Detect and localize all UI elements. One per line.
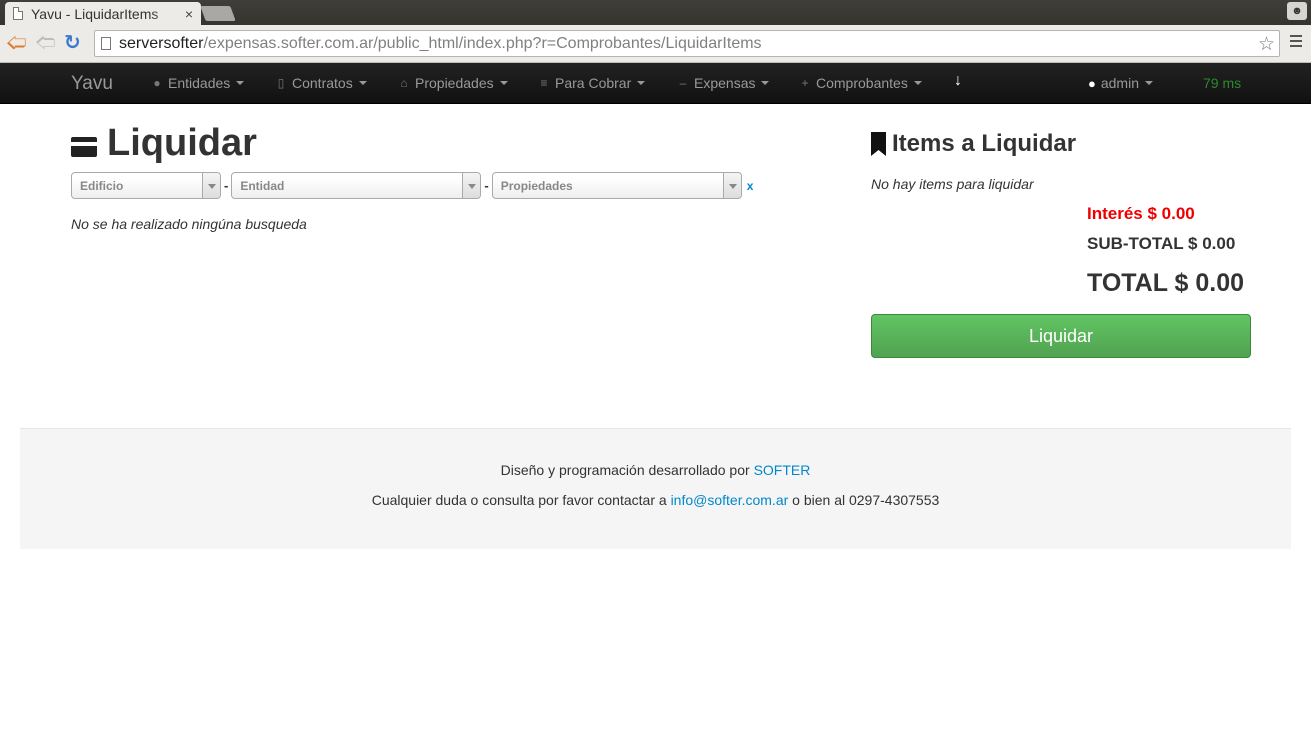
nav-entidades-label: Entidades: [168, 75, 231, 91]
nav-contratos-label: Contratos: [292, 75, 353, 91]
reload-icon[interactable]: ↻: [64, 33, 81, 53]
download-arrow-icon[interactable]: ↓: [954, 72, 962, 90]
nav-propiedades-label: Propiedades: [415, 75, 494, 91]
minus-icon: –: [679, 76, 687, 90]
home-icon: ⌂: [400, 76, 408, 90]
no-items-message: No hay items para liquidar: [871, 176, 1034, 192]
nav-contratos[interactable]: ▯ Contratos: [275, 75, 367, 91]
new-tab-button[interactable]: [200, 6, 236, 21]
browser-toolbar: 🢠 🢢 ↻ serversofter/expensas.softer.com.a…: [0, 25, 1311, 63]
browser-tab[interactable]: Yavu - LiquidarItems ×: [5, 2, 201, 25]
nav-propiedades[interactable]: ⌂ Propiedades: [398, 75, 508, 91]
total-amount: TOTAL $ 0.00: [1087, 269, 1245, 297]
close-tab-icon[interactable]: ×: [185, 6, 193, 22]
address-bar[interactable]: serversofter/expensas.softer.com.ar/publ…: [94, 30, 1280, 57]
user-name: admin: [1100, 75, 1139, 91]
bookmark-icon: [871, 132, 886, 156]
nav-expensas-label: Expensas: [694, 75, 756, 91]
email-link[interactable]: info@softer.com.ar: [671, 492, 789, 508]
app-navbar: Yavu ● Entidades ▯ Contratos ⌂ Propiedad…: [0, 63, 1311, 104]
chevron-down-icon[interactable]: [462, 173, 481, 198]
url-path: /expensas.softer.com.ar/public_html/inde…: [203, 34, 762, 52]
propiedades-select[interactable]: Propiedades: [491, 172, 742, 199]
page-title: Liquidar: [71, 122, 257, 165]
caret-down-icon: [761, 81, 770, 85]
footer-credits-text: Diseño y programación desarrollado por: [500, 462, 754, 478]
caret-down-icon: [1145, 81, 1153, 85]
plus-icon: +: [801, 76, 809, 90]
list-icon: ≡: [540, 76, 548, 90]
user-menu[interactable]: ● admin: [1088, 75, 1153, 91]
caret-down-icon: [637, 81, 646, 85]
items-title: Items a Liquidar: [871, 130, 1076, 158]
browser-tabstrip: Yavu - LiquidarItems × ☻: [0, 0, 1311, 25]
propiedades-placeholder: Propiedades: [500, 179, 573, 193]
footer-credits: Diseño y programación desarrollado por S…: [20, 462, 1291, 478]
profile-icon[interactable]: ☻: [1287, 2, 1307, 20]
url-host: serversofter: [119, 34, 204, 52]
no-search-message: No se ha realizado ningúna busqueda: [71, 216, 307, 232]
browser-menu-icon[interactable]: [1290, 35, 1302, 50]
nav-expensas[interactable]: – Expensas: [677, 75, 770, 91]
separator: -: [484, 178, 489, 193]
page-icon: [13, 7, 23, 20]
bookmark-star-icon[interactable]: ☆: [1258, 33, 1275, 56]
forward-arrow-icon[interactable]: 🢢: [35, 33, 56, 53]
caret-down-icon: [913, 81, 922, 85]
caret-down-icon: [236, 81, 245, 85]
caret-down-icon: [358, 81, 367, 85]
nav-para-cobrar[interactable]: ≡ Para Cobrar: [538, 75, 646, 91]
footer: Diseño y programación desarrollado por S…: [20, 428, 1291, 549]
liquidar-button[interactable]: Liquidar: [871, 314, 1251, 358]
items-title-text: Items a Liquidar: [892, 130, 1077, 157]
separator: -: [224, 178, 229, 193]
nav-entidades[interactable]: ● Entidades: [151, 75, 245, 91]
footer-contact: Cualquier duda o consulta por favor cont…: [20, 492, 1291, 508]
interes-amount: Interés $ 0.00: [1087, 204, 1195, 223]
edificio-select[interactable]: Edificio: [71, 172, 221, 199]
subtotal-amount: SUB-TOTAL $ 0.00: [1087, 234, 1236, 253]
nav-comprobantes[interactable]: + Comprobantes: [799, 75, 922, 91]
caret-down-icon: [499, 81, 508, 85]
timing-label: 79 ms: [1203, 75, 1242, 91]
credit-card-icon: [71, 136, 97, 157]
back-arrow-icon[interactable]: 🢠: [6, 33, 27, 53]
tab-title: Yavu - LiquidarItems: [31, 5, 159, 22]
chevron-down-icon[interactable]: [202, 173, 220, 198]
entidad-placeholder: Entidad: [240, 179, 285, 193]
user-icon: ●: [1088, 75, 1096, 91]
nav-para-cobrar-label: Para Cobrar: [555, 75, 632, 91]
entidad-select[interactable]: Entidad: [231, 172, 482, 199]
brand[interactable]: Yavu: [71, 73, 113, 95]
softer-link[interactable]: SOFTER: [754, 462, 811, 478]
file-icon: ▯: [277, 76, 285, 90]
clear-filters-link[interactable]: x: [747, 179, 754, 193]
user-icon: ●: [153, 76, 161, 90]
chevron-down-icon[interactable]: [722, 173, 741, 198]
footer-phone-text: o bien al 0297-4307553: [788, 492, 940, 508]
filters-row: Edificio - Entidad - Propiedades x: [71, 172, 753, 199]
footer-contact-text: Cualquier duda o consulta por favor cont…: [371, 492, 671, 508]
nav-comprobantes-label: Comprobantes: [816, 75, 908, 91]
page-title-text: Liquidar: [107, 122, 257, 164]
document-icon: [101, 37, 111, 50]
edificio-placeholder: Edificio: [80, 179, 124, 193]
